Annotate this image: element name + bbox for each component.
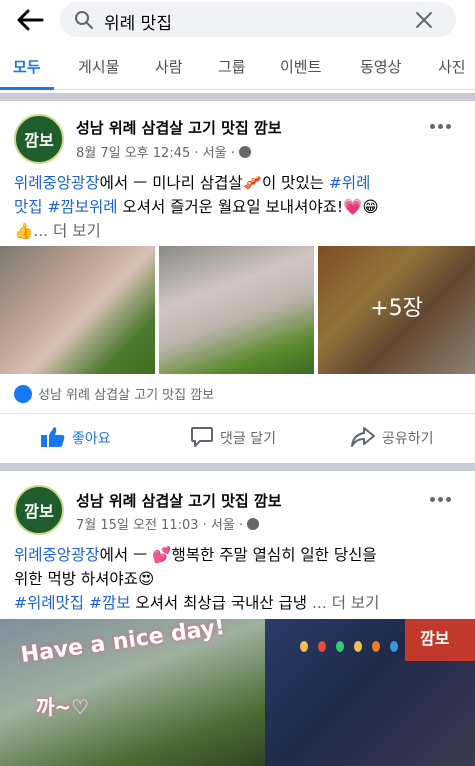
see-more-link[interactable]: ... 더 보기 (33, 222, 100, 240)
search-icon (75, 11, 93, 29)
post-location[interactable]: 서울 (211, 518, 235, 533)
post-text: 위례중앙광장에서 ㅡ 미나리 삼겹살🥓이 맛있는 #위례 맛집 #깜보위례 오셔… (14, 171, 464, 243)
globe-icon (238, 146, 251, 158)
heart-eyes-emoji: 😍 (137, 570, 155, 588)
comment-label: 댓글 달기 (220, 431, 276, 447)
emoji: 💗😁 (343, 198, 379, 216)
post-text: 위례중앙광장에서 ㅡ 💕행복한 주말 열심히 일한 당신을 위한 먹방 하셔야죠… (14, 543, 464, 615)
post-photo[interactable]: 깜보 Have a nice day! 까~♡ (0, 619, 475, 766)
hashtag-link[interactable]: #깜보위례 (47, 198, 117, 216)
active-tab-indicator (0, 87, 54, 90)
search-tabs: 모두 게시물 사람 그룹 이벤트 동영상 사진 (0, 46, 475, 90)
post-time[interactable]: 7월 15일 오전 11:03 (76, 518, 199, 533)
post-card: 깜보 성남 위례 삼겹살 고기 맛집 깜보 8월 7일 오후 12:45 · 서… (0, 101, 475, 463)
like-label: 좋아요 (72, 431, 111, 447)
post-text-line: 오셔서 최상급 국내산 급냉 (130, 594, 312, 612)
post-meta: 7월 15일 오전 11:03 · 서울 · (76, 514, 260, 533)
comment-icon (191, 427, 213, 447)
post-photo[interactable] (159, 246, 314, 374)
tab-photos[interactable]: 사진 (438, 56, 466, 77)
tab-events[interactable]: 이벤트 (280, 56, 321, 77)
thumbs-up-emoji: 👍 (14, 222, 34, 240)
photo-caption: 까~♡ (36, 695, 90, 719)
store-sign-text: 깜보 (420, 629, 450, 648)
globe-icon (247, 518, 260, 530)
place-link[interactable]: 위례중앙광장 (14, 546, 100, 564)
share-label: 공유하기 (382, 431, 434, 447)
more-options-icon[interactable] (430, 497, 452, 503)
avatar-text: 깜보 (24, 502, 54, 521)
page-name[interactable]: 성남 위례 삼겹살 고기 맛집 깜보 (76, 117, 282, 138)
post-photo[interactable]: +5장 (318, 246, 475, 374)
hearts-emoji: 💕 (152, 546, 172, 564)
separator (0, 93, 475, 101)
post-card: 깜보 성남 위례 삼겹살 고기 맛집 깜보 7월 15일 오전 11:03 · … (0, 471, 475, 766)
post-text-line: 행복한 주말 열심히 일한 당신을 (171, 546, 377, 564)
comment-button[interactable]: 댓글 달기 (190, 426, 276, 448)
string-lights (300, 641, 410, 653)
post-text-line: 에서 ㅡ (99, 546, 153, 564)
hashtag-link[interactable]: 맛집 (14, 198, 43, 216)
page-link-label: 성남 위례 삼겹살 고기 맛집 깜보 (38, 388, 215, 403)
bacon-emoji: 🥓 (242, 174, 262, 192)
like-button[interactable]: 좋아요 (40, 426, 111, 448)
top-bar: 위례 맛집 (0, 0, 475, 40)
photo-grid: +5장 (0, 246, 475, 374)
avatar[interactable]: 깜보 (14, 114, 64, 164)
more-options-icon[interactable] (430, 124, 452, 130)
tab-videos[interactable]: 동영상 (360, 56, 401, 77)
hashtag-link[interactable]: #깜보 (89, 594, 131, 612)
post-text-line: 이 맛있는 (262, 174, 329, 192)
avatar[interactable]: 깜보 (14, 485, 64, 535)
search-query: 위례 맛집 (104, 14, 172, 34)
post-photo[interactable] (0, 246, 155, 374)
tab-people[interactable]: 사람 (155, 56, 183, 77)
post-meta: 8월 7일 오후 12:45 · 서울 · (76, 142, 251, 161)
page-link[interactable]: 성남 위례 삼겹살 고기 맛집 깜보 (14, 384, 214, 403)
tab-posts[interactable]: 게시물 (78, 56, 119, 77)
like-badge-icon (14, 385, 32, 403)
page-name[interactable]: 성남 위례 삼겹살 고기 맛집 깜보 (76, 490, 282, 511)
back-arrow-icon[interactable] (14, 6, 46, 34)
post-location[interactable]: 서울 (203, 146, 227, 161)
hashtag-link[interactable]: #위례맛집 (14, 594, 84, 612)
tab-all[interactable]: 모두 (13, 56, 41, 77)
post-actions: 좋아요 댓글 달기 공유하기 (0, 413, 475, 459)
search-input[interactable]: 위례 맛집 (60, 2, 456, 37)
thumbs-up-icon (41, 427, 65, 447)
hashtag-link[interactable]: #위례 (329, 174, 371, 192)
tab-groups[interactable]: 그룹 (218, 56, 246, 77)
more-photos-count: +5장 (370, 296, 423, 321)
avatar-text: 깜보 (24, 131, 54, 150)
post-time[interactable]: 8월 7일 오후 12:45 (76, 146, 190, 161)
share-icon (351, 427, 375, 447)
separator (0, 463, 475, 471)
share-button[interactable]: 공유하기 (350, 426, 434, 448)
close-icon[interactable] (414, 10, 434, 30)
place-link[interactable]: 위례중앙광장 (14, 174, 100, 192)
post-text-line: 에서 ㅡ 미나리 삼겹살 (99, 174, 243, 192)
see-more-link[interactable]: ... 더 보기 (312, 594, 379, 612)
post-text-line: 오셔서 즐거운 월요일 보내셔야죠! (117, 198, 344, 216)
post-text-line: 위한 먹방 하셔야죠 (14, 570, 138, 588)
